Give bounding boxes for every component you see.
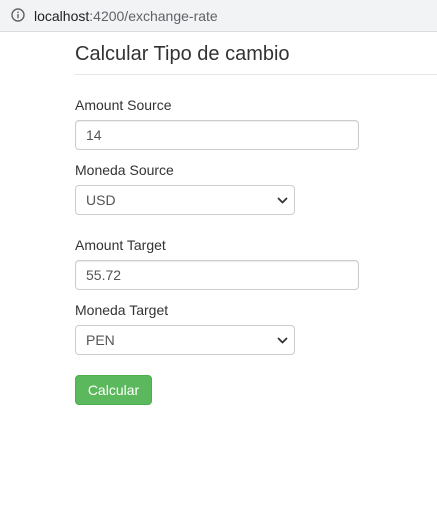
url-path: :4200/exchange-rate [89, 8, 218, 24]
chevron-down-icon [277, 197, 288, 204]
moneda-source-select[interactable]: USD [75, 185, 295, 215]
amount-source-label: Amount Source [75, 97, 172, 113]
url-host: localhost [34, 8, 90, 24]
title-divider [75, 74, 437, 75]
moneda-target-label: Moneda Target [75, 302, 169, 318]
moneda-source-value: USD [86, 192, 116, 208]
chevron-down-icon [277, 337, 288, 344]
page-title: Calcular Tipo de cambio [75, 43, 290, 65]
address-bar[interactable]: localhost:4200/exchange-rate [0, 0, 437, 32]
calcular-button[interactable]: Calcular [75, 375, 152, 405]
moneda-target-select[interactable]: PEN [75, 325, 295, 355]
amount-target-label: Amount Target [75, 237, 166, 253]
url-text[interactable]: localhost:4200/exchange-rate [34, 8, 218, 24]
moneda-source-label: Moneda Source [75, 162, 174, 178]
amount-target-input[interactable] [75, 260, 359, 290]
info-icon[interactable] [11, 8, 25, 22]
moneda-target-value: PEN [86, 332, 115, 348]
amount-source-input[interactable] [75, 120, 359, 150]
